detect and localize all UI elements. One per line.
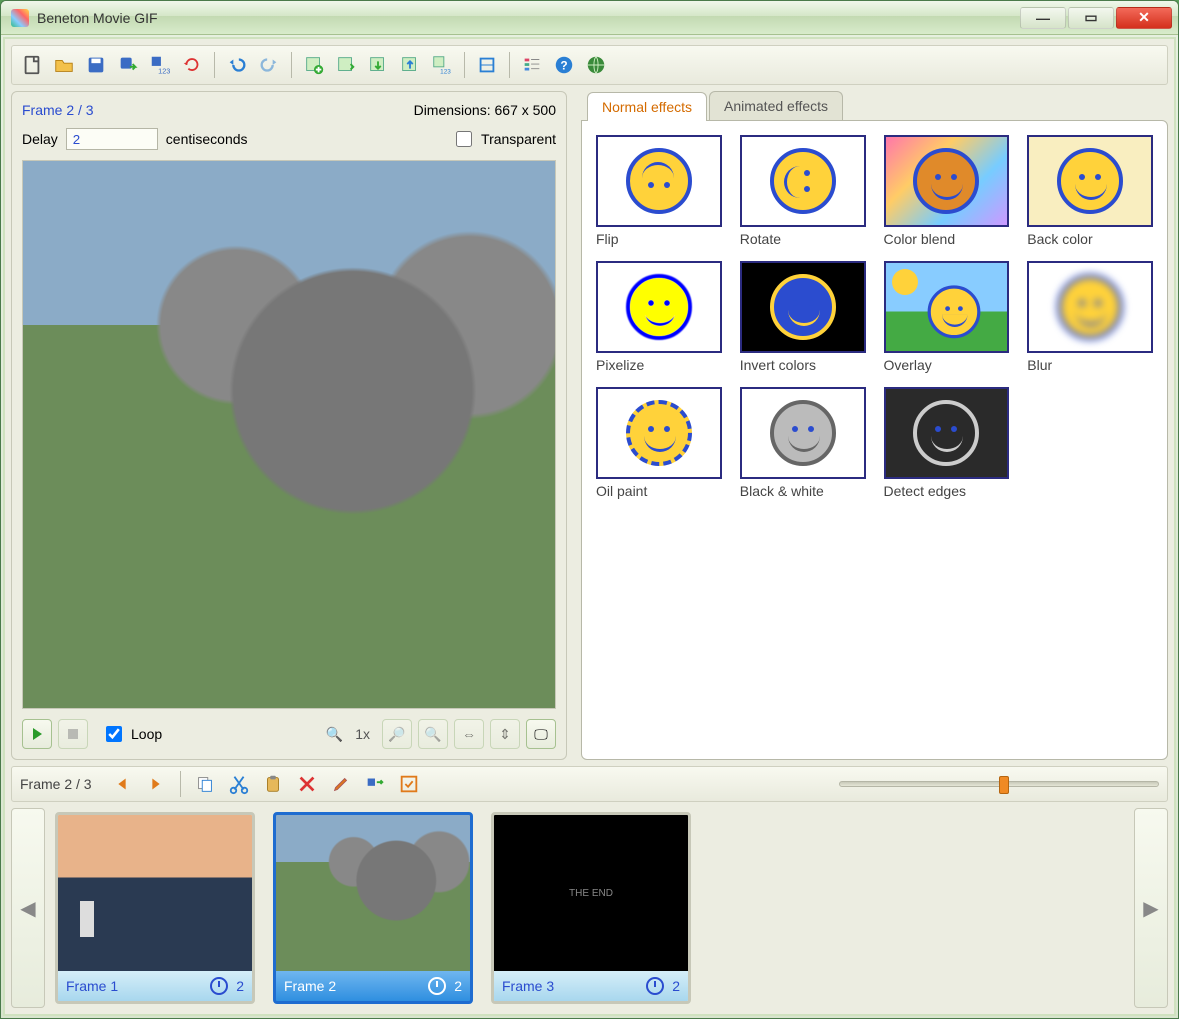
fit-height-button[interactable]: ⇕ xyxy=(490,719,520,749)
frame-card-3[interactable]: THE END Frame 32 xyxy=(491,812,691,1004)
new-file-button[interactable] xyxy=(18,51,46,79)
stop-button[interactable] xyxy=(58,719,88,749)
timeline-toolbar: Frame 2 / 3 xyxy=(11,766,1168,802)
filmstrip: ◀ Frame 12 Frame 22 THE END Frame 32 ▶ xyxy=(11,808,1168,1008)
import-frame-button[interactable] xyxy=(364,51,392,79)
cut-frame-button[interactable] xyxy=(225,770,253,798)
strip-scroll-left[interactable]: ◀ xyxy=(11,808,45,1008)
help-button[interactable]: ? xyxy=(550,51,578,79)
effect-invert-colors[interactable]: Invert colors xyxy=(740,261,866,373)
export-frame-button[interactable] xyxy=(396,51,424,79)
add-frame-button[interactable] xyxy=(300,51,328,79)
delete-frame-button[interactable] xyxy=(293,770,321,798)
minimize-button[interactable]: — xyxy=(1020,7,1066,29)
paste-frame-button[interactable] xyxy=(259,770,287,798)
export-button[interactable] xyxy=(114,51,142,79)
effect-rotate[interactable]: Rotate xyxy=(740,135,866,247)
preview-panel: Frame 2 / 3 Dimensions: 667 x 500 Delay … xyxy=(11,91,567,760)
svg-text:123: 123 xyxy=(440,68,451,75)
loop-checkbox[interactable]: Loop xyxy=(102,723,162,745)
effect-flip[interactable]: Flip xyxy=(596,135,722,247)
app-icon xyxy=(11,9,29,27)
dimensions-label: Dimensions: 667 x 500 xyxy=(414,102,556,118)
window-title: Beneton Movie GIF xyxy=(37,10,1020,26)
svg-text:?: ? xyxy=(560,59,567,73)
edit-frame-button[interactable] xyxy=(327,770,355,798)
clock-icon xyxy=(428,977,446,995)
app-window: Beneton Movie GIF — ▭ ✕ 123 123 xyxy=(0,0,1179,1019)
magnifier-icon: 🔍 xyxy=(326,726,343,743)
zoom-slider[interactable] xyxy=(839,781,1159,787)
main-toolbar: 123 123 ? xyxy=(11,45,1168,85)
tab-normal-effects[interactable]: Normal effects xyxy=(587,92,707,121)
effect-detect-edges[interactable]: Detect edges xyxy=(884,387,1010,499)
copy-frame-button[interactable] xyxy=(191,770,219,798)
effect-back-color[interactable]: Back color xyxy=(1027,135,1153,247)
frame-card-2[interactable]: Frame 22 xyxy=(273,812,473,1004)
delay-label: Delay xyxy=(22,131,58,147)
clock-icon xyxy=(210,977,228,995)
effect-overlay[interactable]: Overlay xyxy=(884,261,1010,373)
insert-frame-button[interactable] xyxy=(332,51,360,79)
export-multi-button[interactable]: 123 xyxy=(146,51,174,79)
fit-width-button[interactable]: ⇔ xyxy=(454,719,484,749)
effect-pixelize[interactable]: Pixelize xyxy=(596,261,722,373)
open-file-button[interactable] xyxy=(50,51,78,79)
effect-blur[interactable]: Blur xyxy=(1027,261,1153,373)
resize-button[interactable] xyxy=(473,51,501,79)
effect-color-blend[interactable]: Color blend xyxy=(884,135,1010,247)
redo-button[interactable] xyxy=(255,51,283,79)
effect-black-white[interactable]: Black & white xyxy=(740,387,866,499)
export-frames-multi-button[interactable]: 123 xyxy=(428,51,456,79)
frame-counter: Frame 2 / 3 xyxy=(22,102,94,118)
web-button[interactable] xyxy=(582,51,610,79)
properties-button[interactable] xyxy=(518,51,546,79)
effects-panel: Normal effects Animated effects Flip Rot… xyxy=(581,91,1168,760)
close-button[interactable]: ✕ xyxy=(1116,7,1172,29)
effects-grid: Flip Rotate Color blend Back color Pixel… xyxy=(581,120,1168,760)
zoom-in-button[interactable]: 🔎 xyxy=(382,719,412,749)
svg-text:123: 123 xyxy=(158,66,170,75)
play-button[interactable] xyxy=(22,719,52,749)
clock-icon xyxy=(646,977,664,995)
frame-card-1[interactable]: Frame 12 xyxy=(55,812,255,1004)
delay-unit-label: centiseconds xyxy=(166,131,248,147)
maximize-button[interactable]: ▭ xyxy=(1068,7,1114,29)
fullscreen-button[interactable]: 🖵 xyxy=(526,719,556,749)
strip-scroll-right[interactable]: ▶ xyxy=(1134,808,1168,1008)
transparent-checkbox[interactable]: Transparent xyxy=(452,128,556,150)
next-frame-button[interactable] xyxy=(142,770,170,798)
save-button[interactable] xyxy=(82,51,110,79)
move-frame-button[interactable] xyxy=(361,770,389,798)
undo-button[interactable] xyxy=(223,51,251,79)
frame-preview xyxy=(22,160,556,709)
zoom-out-button[interactable]: 🔍 xyxy=(418,719,448,749)
titlebar: Beneton Movie GIF — ▭ ✕ xyxy=(1,1,1178,35)
select-all-button[interactable] xyxy=(395,770,423,798)
effect-oil-paint[interactable]: Oil paint xyxy=(596,387,722,499)
timeline-counter: Frame 2 / 3 xyxy=(20,776,92,792)
tab-animated-effects[interactable]: Animated effects xyxy=(709,91,843,120)
prev-frame-button[interactable] xyxy=(108,770,136,798)
zoom-level: 1x xyxy=(355,726,370,742)
delay-input[interactable] xyxy=(66,128,158,150)
reload-button[interactable] xyxy=(178,51,206,79)
